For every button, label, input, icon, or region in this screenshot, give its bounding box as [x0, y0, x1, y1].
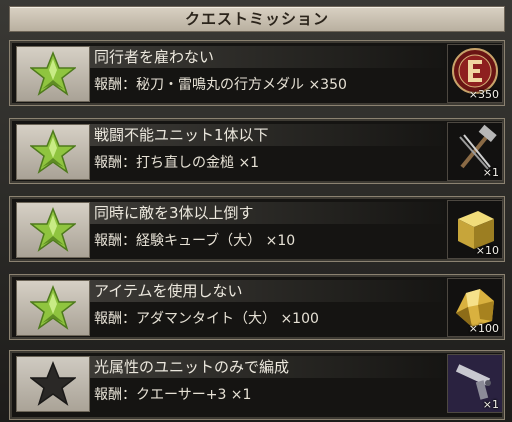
mission-status — [16, 202, 90, 258]
mission-reward: 報酬：秘刀・雷鳴丸の行方メダル ×350 — [94, 77, 347, 93]
mission-status — [16, 356, 90, 412]
mission-name: アイテムを使用しない — [94, 282, 243, 300]
reward-item[interactable]: ×10 — [447, 200, 503, 259]
reward-quantity: ×1 — [482, 398, 499, 411]
mission-name: 同行者を雇わない — [94, 48, 215, 66]
reward-quantity: ×100 — [468, 322, 499, 335]
reward-quantity: ×350 — [468, 88, 499, 101]
reward-item[interactable]: ×1 — [447, 354, 503, 413]
reward-item[interactable]: ×1 — [447, 122, 503, 181]
reward-quantity: ×1 — [482, 166, 499, 179]
mission-status — [16, 46, 90, 102]
reward-item[interactable]: ×100 — [447, 278, 503, 337]
mission-row: 戦闘不能ユニット1体以下 報酬：打ち直しの金槌 ×1 ×1 — [9, 118, 505, 184]
star-unachieved-icon — [30, 361, 76, 406]
star-achieved-icon — [30, 285, 76, 330]
mission-row: 同行者を雇わない 報酬：秘刀・雷鳴丸の行方メダル ×350 ×350 — [9, 40, 505, 106]
reward-item[interactable]: ×350 — [447, 44, 503, 103]
panel-title: クエストミッション — [9, 6, 505, 32]
mission-reward: 報酬：経験キューブ（大） ×10 — [94, 233, 296, 249]
mission-status — [16, 124, 90, 180]
mission-status — [16, 280, 90, 336]
mission-reward: 報酬：打ち直しの金槌 ×1 — [94, 155, 260, 171]
mission-row: 同時に敵を3体以上倒す 報酬：経験キューブ（大） ×10 ×10 — [9, 196, 505, 262]
mission-row: アイテムを使用しない 報酬：アダマンタイト（大） ×100 ×100 — [9, 274, 505, 340]
mission-name: 光属性のユニットのみで編成 — [94, 358, 290, 376]
star-achieved-icon — [30, 207, 76, 252]
star-achieved-icon — [30, 129, 76, 174]
reward-quantity: ×10 — [475, 244, 499, 257]
mission-panel: クエストミッション 同行者を雇わない 報酬：秘刀・雷鳴丸の行方メダル ×350 … — [0, 0, 512, 422]
mission-reward: 報酬：クエーサー+3 ×1 — [94, 387, 252, 403]
mission-name: 同時に敵を3体以上倒す — [94, 204, 254, 222]
mission-row: 光属性のユニットのみで編成 報酬：クエーサー+3 ×1 ×1 — [9, 350, 505, 420]
mission-reward: 報酬：アダマンタイト（大） ×100 — [94, 311, 319, 327]
mission-name: 戦闘不能ユニット1体以下 — [94, 126, 269, 144]
star-achieved-icon — [30, 51, 76, 96]
